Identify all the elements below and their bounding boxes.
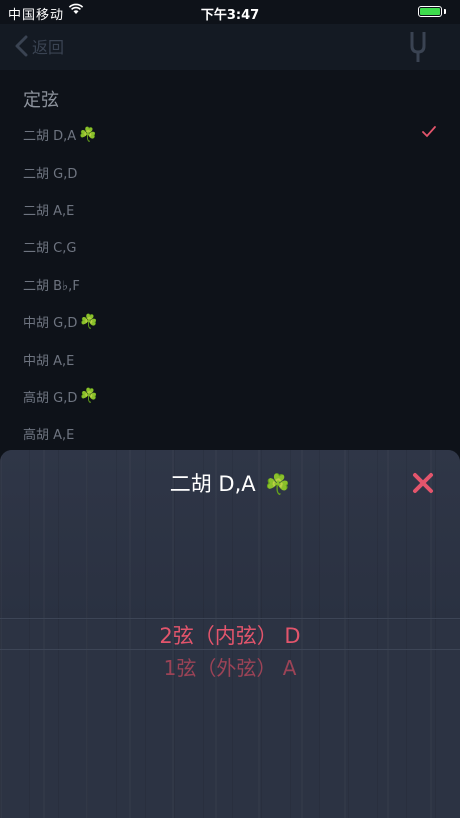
tuning-fork-icon[interactable] <box>408 30 428 68</box>
tuning-list-item[interactable]: 二胡 B♭,F <box>0 266 460 303</box>
picker-divider-top <box>0 618 460 619</box>
back-label: 返回 <box>32 38 65 57</box>
tuning-label: 高胡 A,E <box>23 428 75 444</box>
nav-bar: 返回 <box>0 24 460 70</box>
tuning-list-item[interactable]: 中胡 G,D ☘️ <box>0 303 460 340</box>
section-title: 定弦 <box>23 90 59 111</box>
tuning-label: 二胡 G,D <box>23 166 78 182</box>
string-picker-sheet: 二胡 D,A ☘️ 2弦（内弦） D 1弦（外弦） A <box>0 450 460 818</box>
close-button[interactable] <box>410 470 436 496</box>
sheet-title-text: 二胡 D,A <box>169 472 256 496</box>
tuning-label: 高胡 G,D <box>23 390 78 406</box>
tuning-list-item[interactable]: 二胡 D,A ☘️ <box>0 116 460 153</box>
picker-selected-string[interactable]: 2弦（内弦） D <box>0 620 460 650</box>
checkmark-icon <box>422 126 436 138</box>
tuning-label: 二胡 D,A <box>23 129 77 145</box>
status-bar: 中国移动 下午3:47 <box>0 0 460 24</box>
tuning-label: 二胡 C,G <box>23 241 77 257</box>
sheet-title: 二胡 D,A ☘️ <box>0 468 460 498</box>
status-time: 下午3:47 <box>200 8 260 23</box>
tuning-label: 二胡 A,E <box>23 203 75 219</box>
picker-option-string[interactable]: 1弦（外弦） A <box>0 652 460 681</box>
tuning-list-item[interactable]: 二胡 G,D <box>0 153 460 190</box>
clover-icon: ☘️ <box>79 126 97 143</box>
close-icon <box>413 473 433 493</box>
tuning-list: 二胡 D,A ☘️ 二胡 G,D 二胡 A,E 二胡 C,G 二胡 B♭,F 中胡 G,D ☘… <box>0 116 460 453</box>
battery-icon <box>418 6 442 17</box>
tuning-list-item[interactable]: 中胡 A,E <box>0 340 460 377</box>
tuning-label: 二胡 B♭,F <box>23 278 80 294</box>
tuning-list-item[interactable]: 高胡 G,D ☘️ <box>0 378 460 415</box>
back-button[interactable]: 返回 <box>14 34 64 58</box>
tuning-label: 中胡 G,D <box>23 316 78 332</box>
battery-tip <box>444 9 446 14</box>
tuning-label: 中胡 A,E <box>23 353 75 369</box>
tuning-list-item[interactable]: 二胡 A,E <box>0 191 460 228</box>
clover-icon: ☘️ <box>265 472 291 496</box>
tuning-list-item[interactable]: 二胡 C,G <box>0 228 460 265</box>
clover-icon: ☘️ <box>80 313 98 330</box>
tuning-list-item[interactable]: 高胡 A,E <box>0 415 460 452</box>
chevron-left-icon <box>15 35 28 57</box>
clover-icon: ☘️ <box>80 388 98 405</box>
